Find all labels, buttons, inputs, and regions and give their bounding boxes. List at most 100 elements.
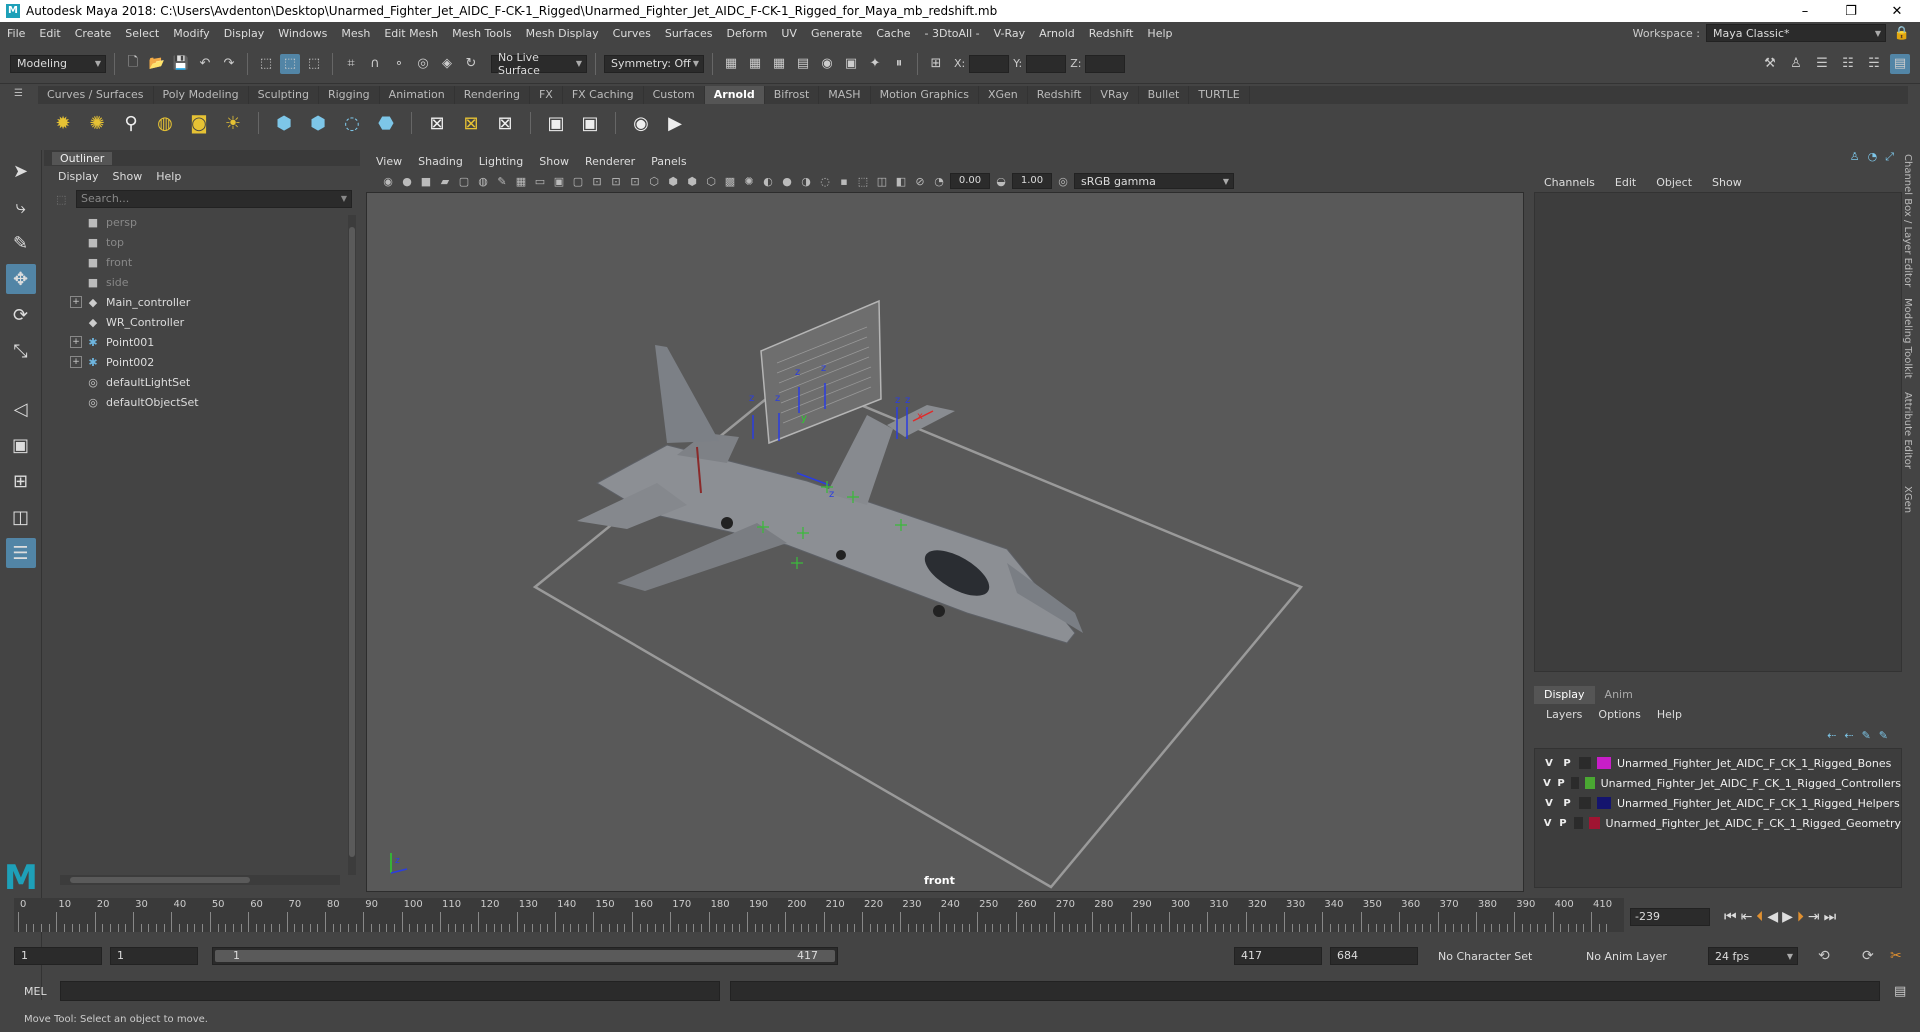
render-sequence-icon[interactable]: ▦ xyxy=(745,54,765,74)
visibility-toggle[interactable]: V xyxy=(1543,758,1555,769)
tx-manager-icon[interactable]: ▣ xyxy=(543,110,569,136)
viewport-menu-panels[interactable]: Panels xyxy=(651,155,686,168)
channel-box-icon[interactable]: ☵ xyxy=(1864,54,1884,74)
default-material-icon[interactable]: ⬢ xyxy=(684,173,700,189)
channel-box[interactable] xyxy=(1534,192,1902,672)
shelf-tab-arnold[interactable]: Arnold xyxy=(704,86,765,104)
four-view-layout-icon[interactable]: ⊞ xyxy=(6,466,36,496)
step-forward-frame-icon[interactable]: ⏵ xyxy=(1797,909,1804,925)
use-all-lights-icon[interactable]: ✺ xyxy=(741,173,757,189)
manipulator-icon[interactable]: ◔ xyxy=(1868,150,1878,170)
shelf-tab-bullet[interactable]: Bullet xyxy=(1139,86,1190,104)
grease-pencil-icon[interactable]: ✎ xyxy=(494,173,510,189)
display-type-toggle[interactable] xyxy=(1579,797,1591,809)
shelf-tab-fx-caching[interactable]: FX Caching xyxy=(563,86,644,104)
layer-color-swatch[interactable] xyxy=(1597,797,1611,809)
outliner-item[interactable]: + ◆ Main_controller xyxy=(44,292,360,312)
playback-start-field[interactable]: 1 xyxy=(110,947,198,965)
playback-toggle[interactable]: P xyxy=(1558,818,1567,829)
safe-action-icon[interactable]: ⊡ xyxy=(608,173,624,189)
shelf-tab-mash[interactable]: MASH xyxy=(819,86,871,104)
outliner-item[interactable]: ■ top xyxy=(44,232,360,252)
shadows-icon[interactable]: ◐ xyxy=(760,173,776,189)
viewport-menu-shading[interactable]: Shading xyxy=(418,155,463,168)
playback-toggle[interactable]: P xyxy=(1557,778,1565,789)
shelf-menu-icon[interactable]: ☰ xyxy=(14,88,23,99)
modeling-toolkit-icon[interactable]: ⚒ xyxy=(1760,54,1780,74)
node-icon[interactable]: ♙ xyxy=(1850,150,1860,170)
loop-icon[interactable]: ⟲ xyxy=(1818,948,1830,964)
channel-menu-show[interactable]: Show xyxy=(1712,176,1742,189)
lock-icon[interactable]: 🔒 xyxy=(1892,23,1912,43)
view-transform-dropdown[interactable]: sRGB gamma xyxy=(1074,173,1234,189)
light-portal-icon[interactable]: ◙ xyxy=(186,110,212,136)
shelf-tab-redshift[interactable]: Redshift xyxy=(1028,86,1092,104)
channel-menu-edit[interactable]: Edit xyxy=(1615,176,1636,189)
rotate-tool-icon[interactable]: ⟳ xyxy=(6,300,36,330)
move-layer-down-icon[interactable]: ⇠ xyxy=(1844,729,1853,742)
anim-prefs-icon[interactable]: ✂ xyxy=(1890,948,1902,964)
close-button[interactable]: ✕ xyxy=(1874,4,1920,19)
step-back-key-icon[interactable]: ⇤ xyxy=(1741,909,1753,925)
time-slider[interactable]: 0 10 20 30 40 50 60 70 80 90 100 110 120 130 140 150 160… xyxy=(14,898,1624,932)
two-d-pan-zoom-icon[interactable]: ◍ xyxy=(475,173,491,189)
layer-menu-help[interactable]: Help xyxy=(1657,708,1682,721)
layer-editor-icon[interactable]: ▤ xyxy=(1890,53,1910,74)
shelf-tab-bifrost[interactable]: Bifrost xyxy=(765,86,820,104)
step-back-frame-icon[interactable]: ⏴ xyxy=(1756,909,1763,925)
lasso-tool-icon[interactable]: ⤷ xyxy=(6,192,36,222)
side-tab-xgen[interactable]: XGen xyxy=(1902,486,1913,576)
snap-point-icon[interactable]: ∘ xyxy=(389,54,409,74)
menu-curves[interactable]: Curves xyxy=(606,27,658,40)
resolution-gate-icon[interactable]: ▣ xyxy=(551,173,567,189)
outliner-item[interactable]: ◎ defaultObjectSet xyxy=(44,392,360,412)
outliner-vscrollbar[interactable] xyxy=(348,215,356,875)
character-set-dropdown[interactable]: No Character Set xyxy=(1438,950,1558,963)
menu-uv[interactable]: UV xyxy=(774,27,804,40)
side-tab-modeling-toolkit[interactable]: Modeling Toolkit xyxy=(1902,298,1913,388)
layer-row[interactable]: V P Unarmed_Fighter_Jet_AIDC_F_CK_1_Rigged… xyxy=(1535,773,1901,793)
menu-3dtoall[interactable]: - 3DtoAll - xyxy=(918,27,987,40)
outliner-item[interactable]: ■ front xyxy=(44,252,360,272)
menu-set-dropdown[interactable]: Modeling xyxy=(10,54,106,73)
outliner-item[interactable]: ■ side xyxy=(44,272,360,292)
single-perspective-layout-icon[interactable]: ▣ xyxy=(6,430,36,460)
outliner-item[interactable]: + ✱ Point002 xyxy=(44,352,360,372)
render-view-icon[interactable]: ◉ xyxy=(628,110,654,136)
character-controls-icon[interactable]: ♙ xyxy=(1786,54,1806,74)
gamma-field[interactable]: 1.00 xyxy=(1012,173,1052,189)
shelf-tab-fx[interactable]: FX xyxy=(530,86,563,104)
z-field[interactable] xyxy=(1085,54,1126,73)
viewport-menu-renderer[interactable]: Renderer xyxy=(585,155,635,168)
menu-help[interactable]: Help xyxy=(1140,27,1179,40)
command-input[interactable] xyxy=(60,981,720,1001)
viewport-menu-view[interactable]: View xyxy=(376,155,402,168)
bookmarks-icon[interactable]: ■ xyxy=(418,173,434,189)
shelf-tab-turtle[interactable]: TURTLE xyxy=(1189,86,1250,104)
menu-redshift[interactable]: Redshift xyxy=(1082,27,1141,40)
layer-row[interactable]: V P Unarmed_Fighter_Jet_AIDC_F_CK_1_Rigged… xyxy=(1535,753,1901,773)
scene-start-field[interactable]: 1 xyxy=(14,947,102,965)
gamma-icon[interactable]: ◒ xyxy=(993,173,1009,189)
area-light-icon[interactable]: ✹ xyxy=(50,110,76,136)
x-field[interactable] xyxy=(969,54,1010,73)
layer-row[interactable]: V P Unarmed_Fighter_Jet_AIDC_F_CK_1_Rigged… xyxy=(1535,793,1901,813)
volume-icon[interactable]: ◌ xyxy=(339,110,365,136)
ipr-render-icon[interactable]: ▦ xyxy=(769,54,789,74)
fps-dropdown[interactable]: 24 fps xyxy=(1708,947,1798,965)
save-scene-icon[interactable]: 💾 xyxy=(171,54,191,74)
image-plane-icon[interactable]: ▰ xyxy=(437,173,453,189)
new-layer-from-selection-icon[interactable]: ✎ xyxy=(1879,729,1888,742)
new-scene-icon[interactable]: 🗋 xyxy=(123,54,143,74)
outliner-menu-help[interactable]: Help xyxy=(156,170,181,183)
outliner-item[interactable]: + ✱ Point001 xyxy=(44,332,360,352)
menu-cache[interactable]: Cache xyxy=(869,27,917,40)
depth-of-field-icon[interactable]: ▪ xyxy=(836,173,852,189)
layer-color-swatch[interactable] xyxy=(1588,817,1600,829)
safe-title-icon[interactable]: ⊡ xyxy=(627,173,643,189)
display-type-toggle[interactable] xyxy=(1573,817,1583,829)
viewport-menu-lighting[interactable]: Lighting xyxy=(479,155,523,168)
snap-surface-icon[interactable]: ◈ xyxy=(437,54,457,74)
wireframe-on-shaded-icon[interactable]: ⬡ xyxy=(703,173,719,189)
layer-color-swatch[interactable] xyxy=(1585,777,1595,789)
